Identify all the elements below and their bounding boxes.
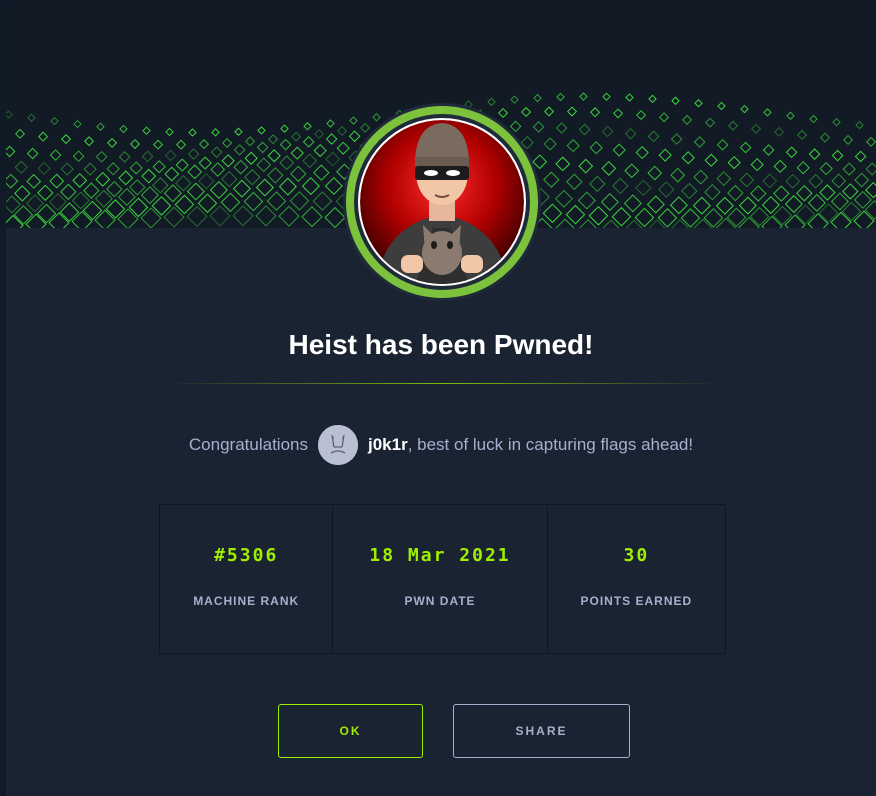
stat-pwn-date: 18 Mar 2021 PWN DATE: [333, 505, 548, 653]
stat-label: POINTS EARNED: [580, 594, 693, 608]
share-button[interactable]: SHARE: [453, 704, 630, 758]
modal-title: Heist has been Pwned!: [288, 329, 594, 360]
stat-value: 30: [623, 545, 650, 566]
congratulations-message: Congratulations j0k1r , best of luck in …: [6, 423, 876, 467]
username: j0k1r: [367, 435, 408, 454]
heist-thief-avatar: [346, 106, 538, 298]
stat-value: #5306: [214, 545, 279, 566]
stat-label: PWN DATE: [404, 594, 476, 608]
stat-machine-rank: #5306 MACHINE RANK: [160, 505, 334, 653]
stat-label: MACHINE RANK: [193, 594, 300, 608]
stat-points-earned: 30 POINTS EARNED: [548, 505, 725, 653]
congrats-suffix: , best of luck in capturing flags ahead!: [407, 435, 694, 454]
stats-table: #5306 MACHINE RANK 18 Mar 2021 PWN DATE …: [159, 504, 726, 654]
machine-avatar: [343, 103, 541, 301]
pwned-modal: Heist has been Pwned! Congratulations j0…: [6, 2, 876, 796]
user-avatar-icon: [317, 425, 358, 465]
ok-button[interactable]: OK: [278, 704, 423, 758]
stat-value: 18 Mar 2021: [369, 545, 511, 566]
congrats-prefix: Congratulations: [188, 435, 308, 454]
title-divider: [166, 383, 722, 384]
